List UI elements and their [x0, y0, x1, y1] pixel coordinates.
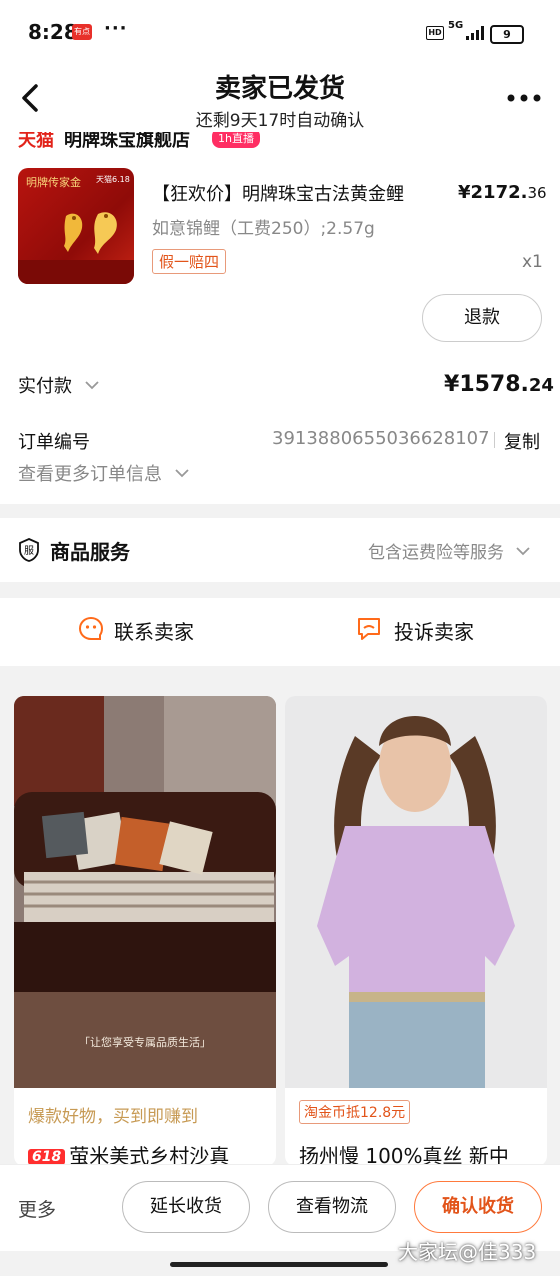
- status-bar: 8:28 有点 ··· HD 5G 9: [0, 0, 560, 64]
- home-indicator[interactable]: [170, 1262, 388, 1267]
- svg-text:服: 服: [24, 545, 34, 557]
- recommend-card[interactable]: 「让您享受专属品质生活」 爆款好物，买到即赚到 618 萤米美式乡村沙真: [14, 696, 276, 1166]
- service-title: 商品服务: [50, 540, 130, 564]
- guarantee-badge: 假一赔四: [152, 249, 227, 274]
- view-logistics-button[interactable]: 查看物流: [268, 1181, 396, 1233]
- copy-order-button[interactable]: 复制: [494, 428, 540, 454]
- app-notification-icon: 有点: [72, 24, 92, 40]
- service-shield-icon: 服: [19, 538, 39, 562]
- recommend-caption: 爆款好物，买到即赚到: [28, 1107, 198, 1127]
- chevron-down-icon: [85, 381, 99, 390]
- order-number-value: 3913880655036628107: [272, 428, 490, 449]
- hd-icon: HD: [426, 26, 444, 40]
- confirm-receipt-button[interactable]: 确认收货: [414, 1181, 542, 1233]
- complain-seller-button[interactable]: 投诉卖家: [394, 616, 474, 645]
- more-actions-button[interactable]: 更多: [18, 1195, 56, 1222]
- signal-icon: [466, 26, 484, 40]
- battery-icon: 9: [490, 25, 524, 44]
- status-time: 8:28: [28, 20, 78, 44]
- page-header: 卖家已发货 还剩9天17时自动确认: [0, 64, 560, 136]
- thumb-event-text: 天猫6.18: [96, 175, 130, 184]
- product-thumbnail[interactable]: 明牌传家金 天猫6.18: [18, 168, 134, 284]
- paid-amount-value: ¥1578.24: [444, 372, 554, 397]
- product-price: ¥2172.36: [458, 182, 547, 203]
- service-summary[interactable]: 包含运费险等服务: [368, 538, 531, 563]
- extend-receipt-button[interactable]: 延长收货: [122, 1181, 250, 1233]
- gold-fish-image: [64, 212, 117, 254]
- page-title: 卖家已发货: [214, 74, 345, 104]
- paid-amount-label: 实付款: [18, 376, 72, 397]
- contact-seller-button[interactable]: 联系卖家: [114, 616, 194, 645]
- contact-section: 联系卖家 投诉卖家: [0, 598, 560, 666]
- product-quantity: x1: [522, 252, 543, 272]
- sofa-product-image: 「让您享受专属品质生活」: [14, 696, 276, 1088]
- promo-618-badge: 618: [28, 1149, 66, 1165]
- more-order-info-label: 查看更多订单信息: [18, 464, 162, 485]
- tmall-logo: 天猫: [18, 132, 54, 148]
- order-number-label: 订单编号: [18, 432, 90, 453]
- product-spec: 如意锦鲤（工费250）;2.57g: [152, 219, 375, 239]
- recommend-title: 618 萤米美式乡村沙真: [28, 1140, 229, 1166]
- recommend-title: 扬州慢 100%真丝 新中: [299, 1144, 509, 1166]
- paid-amount-toggle[interactable]: 实付款: [18, 372, 100, 398]
- chat-icon: [78, 616, 104, 640]
- service-summary-text: 包含运费险等服务: [368, 543, 504, 563]
- coin-discount-badge: 淘金币抵12.8元: [299, 1100, 411, 1124]
- chevron-down-icon: [175, 469, 189, 478]
- refund-button[interactable]: 退款: [422, 294, 542, 342]
- thumb-footer: [18, 260, 134, 284]
- store-name: 明牌珠宝旗舰店: [64, 132, 190, 148]
- chevron-down-icon: [516, 547, 531, 556]
- service-section[interactable]: 服 商品服务 包含运费险等服务: [0, 518, 560, 582]
- thumb-brand-text: 明牌传家金: [26, 176, 81, 189]
- recommend-card[interactable]: 淘金币抵12.8元 扬州慢 100%真丝 新中: [285, 696, 547, 1166]
- svg-text:「让您享受专属品质生活」: 「让您享受专属品质生活」: [79, 1035, 211, 1049]
- silk-shirt-product-image: [285, 696, 547, 1088]
- more-order-info-toggle[interactable]: 查看更多订单信息: [18, 460, 190, 486]
- auto-confirm-countdown: 还剩9天17时自动确认: [195, 111, 365, 131]
- network-label: 5G: [448, 20, 464, 31]
- more-options-icon[interactable]: [506, 92, 542, 104]
- complaint-icon: [358, 618, 380, 640]
- product-name[interactable]: 【狂欢价】明牌珠宝古法黄金鲤: [152, 180, 404, 206]
- live-badge: 1h直播: [212, 132, 260, 148]
- store-row[interactable]: 天猫 明牌珠宝旗舰店 1h直播: [0, 132, 560, 148]
- more-notifications-icon: ···: [104, 18, 128, 39]
- order-card: 明牌传家金 天猫6.18 【狂欢价】明牌珠宝古法黄金鲤 ¥2172.36 如意锦…: [0, 148, 560, 504]
- watermark: 大家坛@佳333: [398, 1240, 537, 1264]
